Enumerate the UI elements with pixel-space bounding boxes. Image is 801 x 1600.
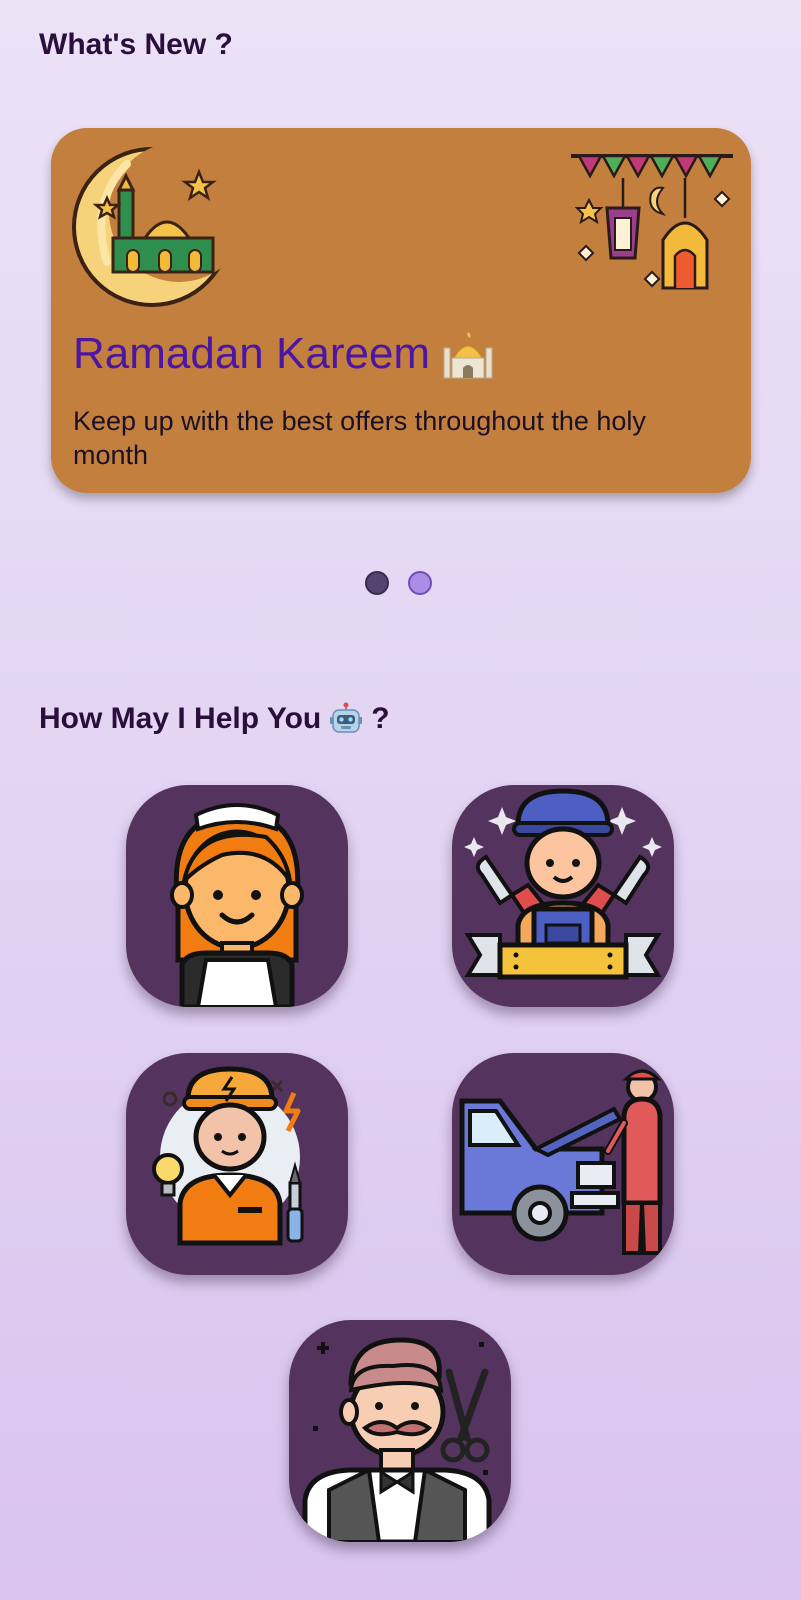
service-plumber-button[interactable] (452, 785, 674, 1007)
help-title-suffix: ? (371, 702, 390, 735)
electrician-icon (152, 1066, 304, 1246)
ramadan-promo-card[interactable]: Ramadan Kareem Keep up with the best off… (51, 128, 751, 493)
promo-description: Keep up with the best offers throughout … (73, 406, 646, 470)
promo-title-text: Ramadan Kareem (73, 329, 431, 378)
service-maid-button[interactable] (126, 785, 348, 1007)
carousel-dot-2[interactable] (408, 571, 432, 595)
service-barber-button[interactable] (289, 1320, 511, 1542)
promo-title: Ramadan Kareem (73, 328, 494, 380)
barber-icon (302, 1337, 492, 1542)
carousel-indicator (365, 571, 432, 595)
carousel-dot-1[interactable] (365, 571, 389, 595)
help-title-text: How May I Help You (39, 702, 322, 735)
whats-new-title: What's New ? (39, 28, 233, 61)
maid-icon (170, 803, 304, 1007)
service-mechanic-button[interactable] (452, 1053, 674, 1275)
mosque-emoji-icon (443, 332, 493, 379)
lanterns-bunting-icon (571, 154, 733, 290)
mechanic-icon (459, 1069, 663, 1255)
help-title: How May I Help You ? (39, 702, 390, 736)
plumber-icon (464, 788, 662, 980)
crescent-mosque-icon (72, 142, 237, 307)
service-electrician-button[interactable] (126, 1053, 348, 1275)
robot-emoji-icon (330, 702, 363, 733)
